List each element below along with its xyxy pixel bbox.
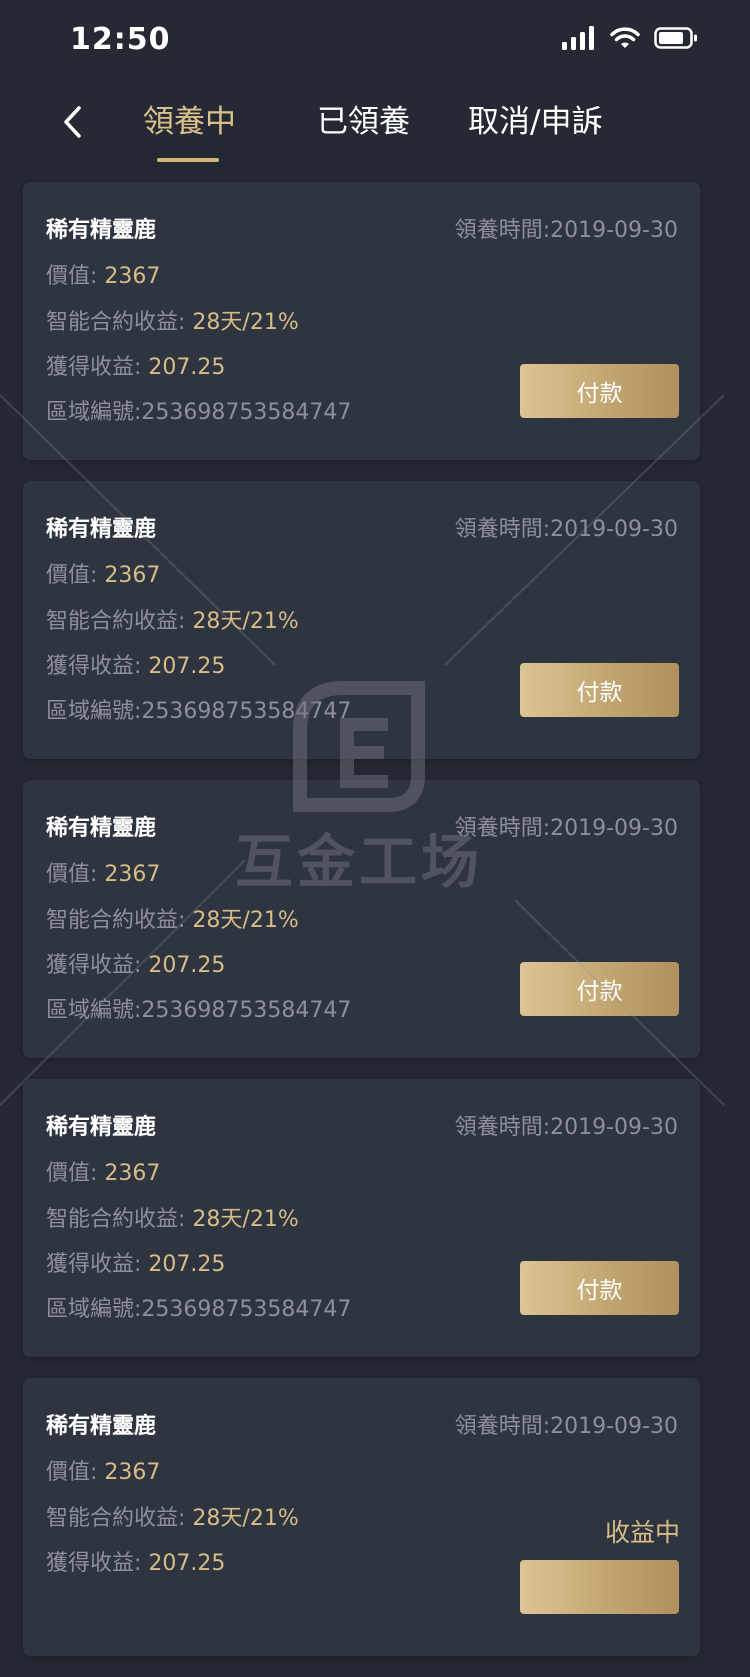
item-name: 稀有精靈鹿 [46,218,157,243]
contract-row: 智能合約收益: 28天/21% [46,1506,299,1531]
contract-row: 智能合約收益: 28天/21% [46,1207,299,1232]
earned-amount: 207.25 [148,1551,226,1576]
contract-row: 智能合約收益: 28天/21% [46,908,299,933]
signal-icon [562,26,594,50]
value-row: 價值: 2367 [46,862,161,887]
battery-icon [654,27,697,49]
item-name: 稀有精靈鹿 [46,1414,157,1439]
chevron-left-icon [64,106,81,138]
earned-amount: 207.25 [148,1252,226,1277]
status-time: 12:50 [70,22,171,57]
value-amount: 2367 [104,264,161,289]
earned-row: 獲得收益: 207.25 [46,953,226,978]
tab-adopting[interactable]: 領養中 [143,100,236,144]
adoption-date: 領養時間:2019-09-30 [454,1115,678,1140]
earned-row: 獲得收益: 207.25 [46,355,226,380]
list-item: 稀有精靈鹿 領養時間:2019-09-30 價值: 2367 智能合約收益: 2… [23,182,700,460]
contract-yield: 28天/21% [192,1506,299,1531]
list-item: 稀有精靈鹿 領養時間:2019-09-30 價值: 2367 智能合約收益: 2… [23,481,700,759]
contract-yield: 28天/21% [192,609,299,634]
adoption-list: 稀有精靈鹿 領養時間:2019-09-30 價值: 2367 智能合約收益: 2… [23,182,700,1677]
value-row: 價值: 2367 [46,264,161,289]
top-navigation: 領養中 已領養 取消/申訴 [0,80,724,170]
earned-amount: 207.25 [148,953,226,978]
item-name: 稀有精靈鹿 [46,1115,157,1140]
pay-button[interactable]: 付款 [520,663,679,717]
earned-amount: 207.25 [148,355,226,380]
adoption-date: 領養時間:2019-09-30 [454,816,678,841]
list-item: 稀有精靈鹿 領養時間:2019-09-30 價值: 2367 智能合約收益: 2… [23,780,700,1058]
earned-row: 獲得收益: 207.25 [46,1551,226,1576]
adoption-date: 領養時間:2019-09-30 [454,1414,678,1439]
contract-row: 智能合約收益: 28天/21% [46,310,299,335]
adoption-date: 領養時間:2019-09-30 [454,517,678,542]
contract-yield: 28天/21% [192,908,299,933]
earned-row: 獲得收益: 207.25 [46,1252,226,1277]
value-amount: 2367 [104,1460,161,1485]
pay-button[interactable]: 付款 [520,1261,679,1315]
tab-adopted[interactable]: 已領養 [317,100,410,144]
status-bar: 12:50 [0,0,724,80]
contract-yield: 28天/21% [192,1207,299,1232]
earned-amount: 207.25 [148,654,226,679]
region-number: 區域編號:253698753584747 [46,1297,352,1322]
list-item: 稀有精靈鹿 領養時間:2019-09-30 價值: 2367 智能合約收益: 2… [23,1378,700,1656]
tab-cancel-appeal[interactable]: 取消/申訴 [468,100,602,144]
contract-yield: 28天/21% [192,310,299,335]
pay-button[interactable] [520,1560,679,1614]
status-icons [562,26,698,50]
item-name: 稀有精靈鹿 [46,816,157,841]
region-number: 區域編號:253698753584747 [46,400,352,425]
active-tab-indicator [157,158,219,162]
region-number: 區域編號:253698753584747 [46,699,352,724]
value-row: 價值: 2367 [46,1460,161,1485]
list-item: 稀有精靈鹿 領養時間:2019-09-30 價值: 2367 智能合約收益: 2… [23,1079,700,1357]
value-amount: 2367 [104,862,161,887]
value-amount: 2367 [104,563,161,588]
earned-row: 獲得收益: 207.25 [46,654,226,679]
region-number: 區域編號:253698753584747 [46,998,352,1023]
earning-status: 收益中 [604,1518,680,1547]
back-button[interactable] [52,98,92,146]
adoption-date: 領養時間:2019-09-30 [454,218,678,243]
pay-button[interactable]: 付款 [520,962,679,1016]
value-row: 價值: 2367 [46,1161,161,1186]
item-name: 稀有精靈鹿 [46,517,157,542]
wifi-icon [610,27,640,48]
pay-button[interactable]: 付款 [520,364,679,418]
contract-row: 智能合約收益: 28天/21% [46,609,299,634]
value-row: 價值: 2367 [46,563,161,588]
value-amount: 2367 [104,1161,161,1186]
